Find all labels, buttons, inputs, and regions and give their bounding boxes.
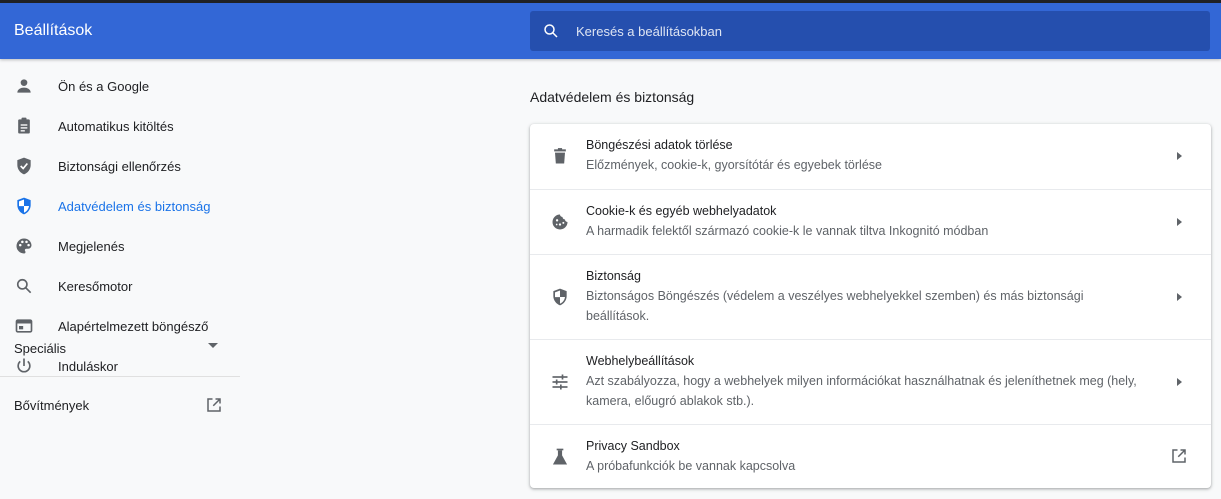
row-security[interactable]: Biztonság Biztonságos Böngészés (védelem… [530, 254, 1211, 339]
chevron-right-icon [1177, 218, 1182, 226]
flask-icon [552, 448, 568, 465]
privacy-settings-card: Böngészési adatok törlése Előzmények, co… [530, 124, 1211, 488]
shield-half-icon [14, 196, 34, 216]
row-title: Biztonság [586, 269, 641, 283]
sidebar-item-appearance[interactable]: Megjelenés [0, 226, 240, 266]
sidebar-divider [0, 376, 240, 377]
search-input[interactable] [576, 11, 1196, 51]
row-subtitle: Előzmények, cookie-k, gyorsítótár és egy… [586, 158, 882, 172]
tune-icon [552, 374, 568, 390]
chevron-right-icon [1177, 378, 1182, 386]
row-privacy-sandbox[interactable]: Privacy Sandbox A próbafunkciók be vanna… [530, 424, 1211, 488]
shield-icon [553, 288, 567, 306]
sidebar-item-extensions[interactable]: Bővítmények [0, 385, 240, 425]
sidebar-item-label: Keresőmotor [58, 278, 133, 294]
row-title: Böngészési adatok törlése [586, 138, 733, 152]
trash-icon [554, 148, 566, 164]
sidebar-item-autofill[interactable]: Automatikus kitöltés [0, 106, 240, 146]
header-bar: Beállítások [0, 0, 1221, 59]
row-title: Privacy Sandbox [586, 439, 680, 453]
sidebar-item-safety-check[interactable]: Biztonsági ellenőrzés [0, 146, 240, 186]
row-subtitle: Biztonságos Böngészés (védelem a veszély… [586, 289, 1084, 323]
page-title: Beállítások [14, 22, 93, 39]
search-box[interactable] [530, 11, 1210, 51]
clipboard-icon [14, 116, 34, 136]
sidebar-item-label: Automatikus kitöltés [58, 118, 174, 134]
row-title: Webhelybeállítások [586, 354, 695, 368]
sidebar-item-label: Adatvédelem és biztonság [58, 198, 211, 214]
row-subtitle: A próbafunkciók be vannak kapcsolva [586, 459, 796, 473]
sidebar-item-label: Biztonsági ellenőrzés [58, 158, 181, 174]
row-site-settings[interactable]: Webhelybeállítások Azt szabályozza, hogy… [530, 339, 1211, 424]
chevron-down-icon [208, 343, 218, 348]
open-in-new-icon [207, 398, 221, 412]
person-icon [14, 76, 34, 96]
row-cookies[interactable]: Cookie-k és egyéb webhelyadatok A harmad… [530, 189, 1211, 254]
search-icon [14, 276, 34, 296]
shield-check-icon [14, 156, 34, 176]
sidebar-item-label: Speciális [14, 340, 67, 356]
sidebar-advanced-toggle[interactable]: Speciális [0, 328, 240, 368]
search-icon [544, 24, 558, 38]
row-subtitle: A harmadik felektől származó cookie-k le… [586, 224, 989, 238]
chevron-right-icon [1177, 152, 1182, 160]
chevron-right-icon [1177, 293, 1182, 301]
sidebar-item-privacy-security[interactable]: Adatvédelem és biztonság [0, 186, 240, 226]
sidebar-item-you-and-google[interactable]: Ön és a Google [0, 66, 240, 106]
palette-icon [14, 236, 34, 256]
row-subtitle: Azt szabályozza, hogy a webhelyek milyen… [586, 374, 1137, 408]
cookie-icon [552, 214, 568, 230]
sidebar-item-label: Ön és a Google [58, 78, 150, 94]
row-title: Cookie-k és egyéb webhelyadatok [586, 204, 777, 218]
open-in-new-icon[interactable] [1170, 447, 1188, 465]
sidebar-item-label: Megjelenés [58, 238, 125, 254]
section-title: Adatvédelem és biztonság [530, 89, 695, 105]
sidebar-item-search-engine[interactable]: Keresőmotor [0, 266, 240, 306]
sidebar-item-label: Bővítmények [14, 397, 90, 413]
row-clear-browsing-data[interactable]: Böngészési adatok törlése Előzmények, co… [530, 124, 1211, 189]
